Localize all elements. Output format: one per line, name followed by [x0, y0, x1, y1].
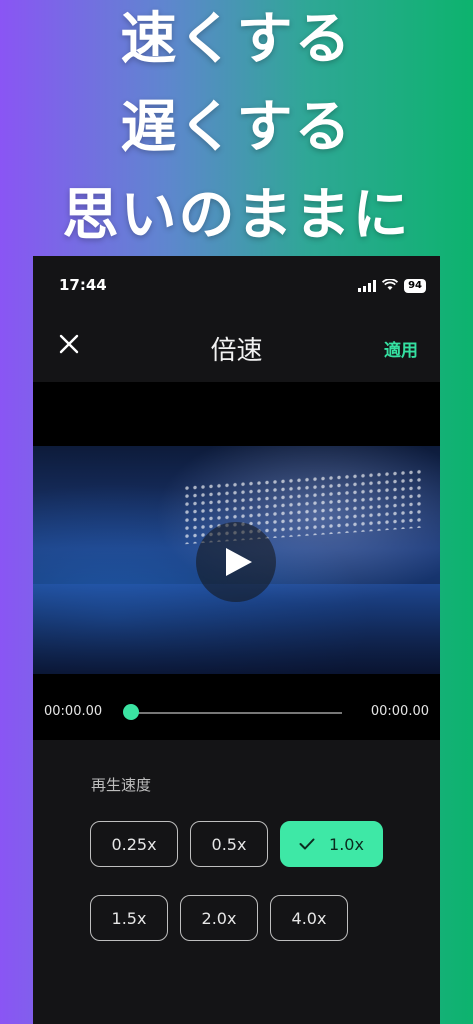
promo-line-2: 遅くする — [120, 95, 353, 160]
timeline: 00:00.00 00:00.00 — [33, 676, 440, 740]
phone-screen: 17:44 94 倍速 適用 00:00.00 00:00.00 再生速度 0.… — [33, 256, 440, 1024]
speed-option-label: 1.5x — [111, 908, 147, 928]
speed-option-label: 2.0x — [201, 908, 237, 928]
play-icon — [226, 548, 252, 576]
speed-option-label: 4.0x — [291, 908, 327, 928]
battery-indicator: 94 — [404, 278, 426, 293]
status-bar: 17:44 94 — [33, 256, 440, 316]
status-time: 17:44 — [59, 276, 107, 294]
speed-option-2.0x[interactable]: 2.0x — [180, 895, 258, 941]
check-icon — [299, 838, 315, 850]
speed-settings: 再生速度 0.25x 0.5x 1.0x 1.5x 2.0x 4.0x — [33, 740, 440, 1024]
promo-line-3: 思いのままに — [62, 183, 411, 248]
nav-bar: 倍速 適用 — [33, 320, 440, 372]
seek-thumb[interactable] — [123, 704, 139, 720]
speed-option-0.25x[interactable]: 0.25x — [90, 821, 178, 867]
signal-icon — [358, 279, 377, 292]
close-button[interactable] — [53, 328, 85, 360]
speed-option-4.0x[interactable]: 4.0x — [270, 895, 348, 941]
speed-option-label: 0.5x — [211, 834, 247, 854]
play-button[interactable] — [196, 522, 276, 602]
page-title: 倍速 — [210, 336, 263, 366]
close-icon — [59, 334, 79, 354]
speed-option-1.5x[interactable]: 1.5x — [90, 895, 168, 941]
wifi-icon — [382, 276, 399, 295]
speed-option-label: 0.25x — [111, 834, 157, 854]
speed-label: 再生速度 — [91, 776, 152, 794]
promo-line-1: 速くする — [120, 7, 353, 72]
current-time: 00:00.00 — [44, 704, 103, 719]
total-time: 00:00.00 — [370, 704, 429, 719]
apply-button[interactable]: 適用 — [384, 336, 418, 361]
speed-option-0.5x[interactable]: 0.5x — [190, 821, 268, 867]
seek-track[interactable] — [130, 712, 342, 714]
status-icons: 94 — [358, 276, 426, 295]
video-preview[interactable] — [33, 446, 440, 674]
speed-option-1.0x[interactable]: 1.0x — [280, 821, 383, 867]
speed-option-label: 1.0x — [329, 834, 364, 854]
